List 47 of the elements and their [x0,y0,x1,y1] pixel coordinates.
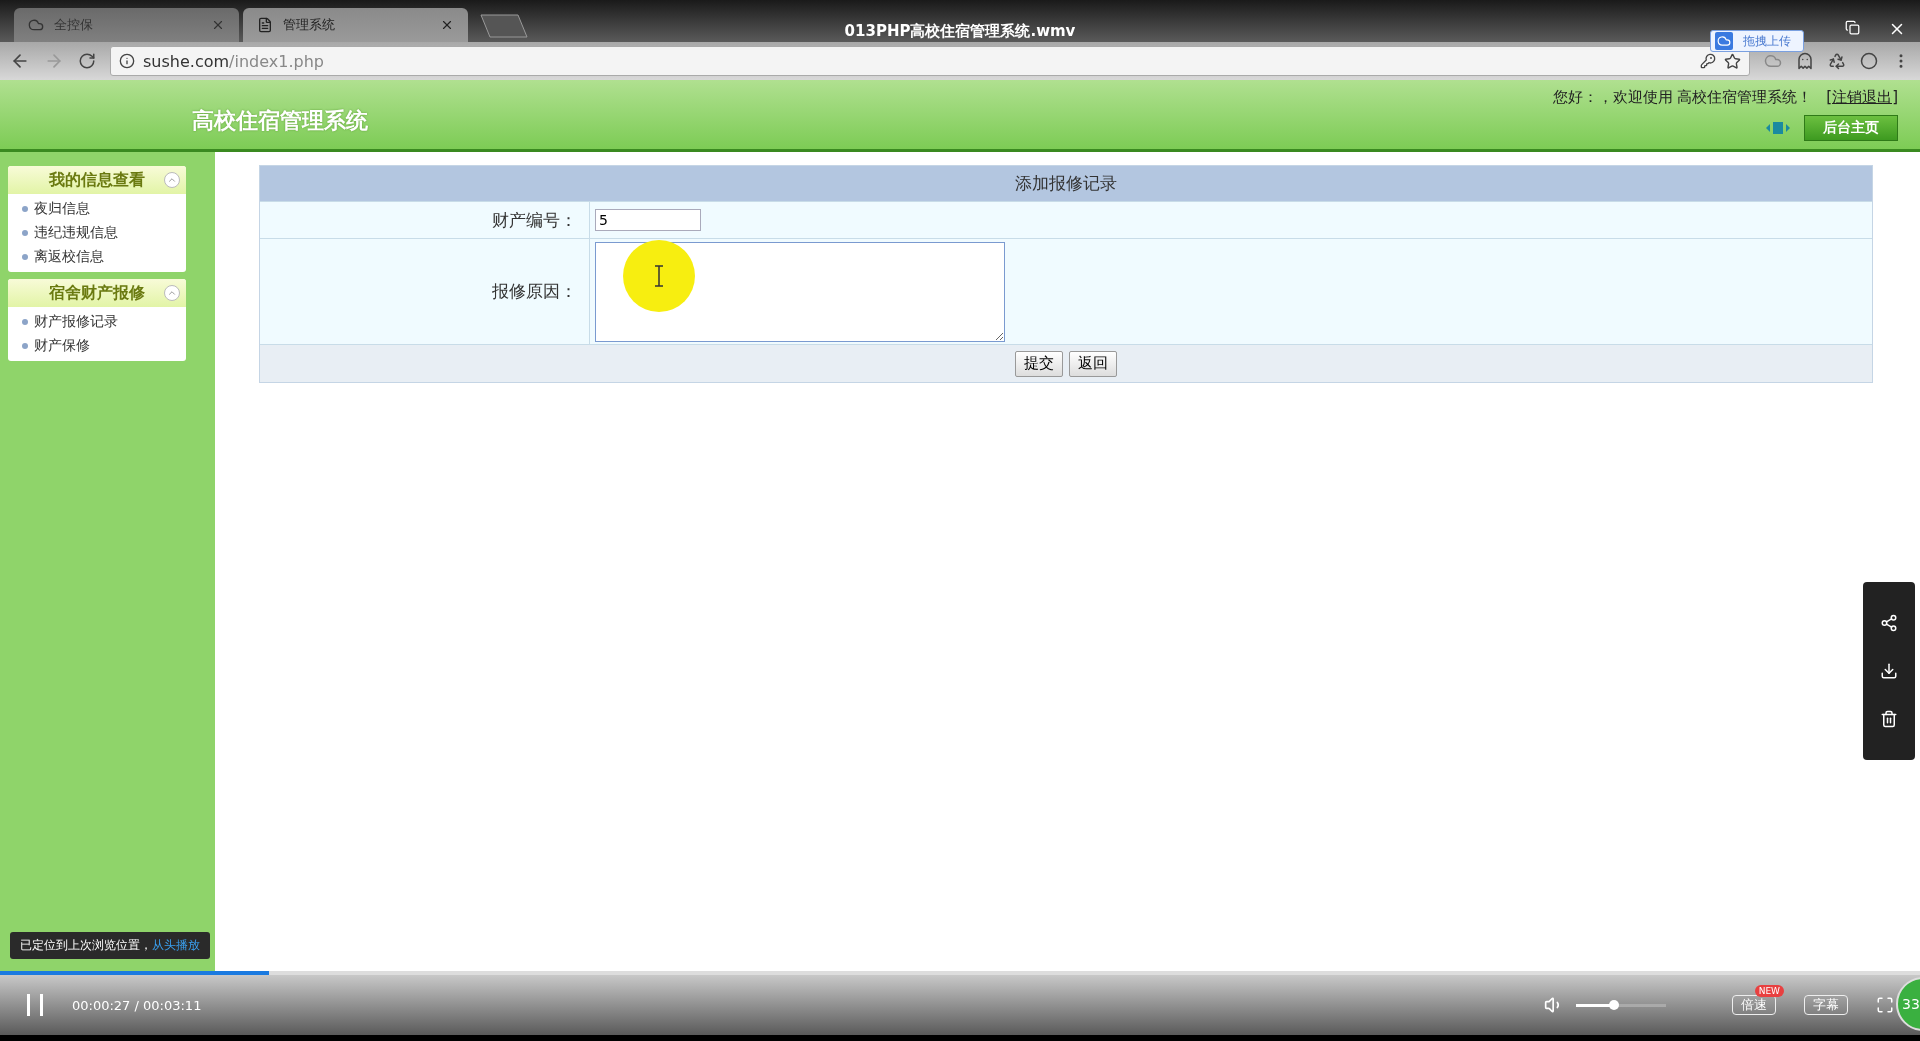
menu-item[interactable]: 离返校信息 [22,248,186,266]
panel-title: 宿舍财产报修 [49,282,145,304]
new-tab-button[interactable] [480,14,528,38]
form-button[interactable]: 提交 [1015,350,1063,377]
restore-icon[interactable] [1845,20,1860,35]
download-icon[interactable] [1880,662,1898,680]
input-field[interactable]: 5 [595,209,701,231]
ghost-icon[interactable] [1796,52,1814,70]
pause-icon[interactable] [26,994,44,1016]
progress-bar[interactable] [0,971,1920,975]
video-title: 013PHP高校住宿管理系统.wmv [844,22,1076,41]
time-text: 00:00:27 / 00:03:11 [72,997,202,1013]
menu-item[interactable]: 财产保修 [22,337,186,355]
page-icon [28,17,44,33]
recycle-icon[interactable] [1828,52,1846,70]
logout-link[interactable]: [注销退出] [1826,88,1898,107]
text-cursor-icon [653,265,665,287]
info-icon[interactable] [119,53,135,69]
trash-icon[interactable] [1880,710,1898,728]
upload-button[interactable]: 拖拽上传 [1710,30,1804,52]
page-icon [257,17,273,33]
toggle-icon[interactable] [1766,121,1790,135]
menu-item[interactable]: 财产报修记录 [22,313,186,331]
panel-header[interactable]: 我的信息查看 [8,166,186,194]
greeting-text: 您好：，欢迎使用 高校住宿管理系统！ [1552,88,1813,107]
volume-thumb[interactable] [1608,999,1619,1010]
volume-slider[interactable] [1576,1003,1666,1007]
restart-link[interactable]: 从头播放 [152,937,200,954]
panel-title: 我的信息查看 [49,169,145,191]
form-button[interactable]: 返回 [1069,350,1117,377]
menu-item[interactable]: 违纪违规信息 [22,224,186,242]
notice-text: 已定位到上次浏览位置， [20,937,152,954]
menu-item[interactable]: 夜归信息 [22,200,186,218]
panel-header[interactable]: 宿舍财产报修 [8,279,186,307]
share-icon[interactable] [1880,614,1898,632]
browser-tab[interactable]: 管理系统 [243,8,468,42]
key-icon[interactable] [1700,53,1716,69]
new-badge: NEW [1754,985,1784,997]
close-icon[interactable] [440,18,454,32]
address-field[interactable]: sushe.com/index1.php [110,46,1750,76]
star-icon[interactable] [1724,52,1741,70]
circle-icon[interactable] [1860,52,1878,70]
fullscreen-icon[interactable] [1876,996,1894,1014]
cloud-icon [1715,32,1733,50]
form-title: 添加报修记录 [260,166,1872,201]
reload-icon[interactable] [78,52,96,70]
site-title: 高校住宿管理系统 [192,105,368,135]
